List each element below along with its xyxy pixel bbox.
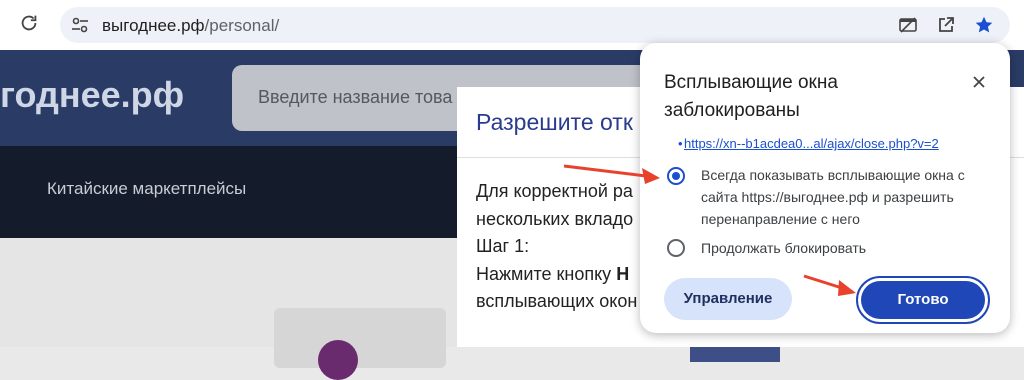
url-host: выгоднее.рф [102, 16, 205, 35]
modal-line-4-bold: Н [616, 263, 630, 284]
blocked-popup-link[interactable]: https://xn--b1acdea0...al/ajax/close.php… [684, 136, 939, 151]
site-logo[interactable]: годнее.рф [0, 74, 184, 116]
site-settings-icon[interactable] [70, 15, 90, 35]
close-icon[interactable] [968, 71, 990, 93]
modal-line-2: нескольких вкладо [476, 208, 634, 229]
modal-text: Для корректной ра нескольких вкладо Шаг … [476, 178, 637, 316]
done-button[interactable]: Готово [861, 281, 985, 319]
manage-button[interactable]: Управление [664, 278, 792, 320]
modal-line-4: Нажмите кнопку Н [476, 261, 637, 289]
annotation-arrow-1 [563, 164, 660, 184]
product-card[interactable] [274, 308, 446, 380]
link-bullet: • [678, 136, 683, 151]
address-bar[interactable]: выгоднее.рф/personal/ [60, 7, 1010, 43]
annotation-arrow-2 [803, 274, 856, 296]
modal-line-4-text: Нажмите кнопку [476, 263, 617, 284]
radio-block[interactable] [667, 239, 685, 257]
radio-allow[interactable] [667, 167, 685, 185]
bubble-title: Всплывающие окна заблокированы [664, 72, 838, 121]
nav-item-chinese-marketplaces[interactable]: Китайские маркетплейсы [47, 179, 246, 199]
url-text[interactable]: выгоднее.рф/personal/ [102, 16, 279, 36]
modal-title: Разрешите отк [476, 109, 633, 135]
modal-line-5: всплывающих окон [476, 291, 638, 311]
search-placeholder: Введите название това [258, 87, 453, 107]
open-in-new-icon[interactable] [936, 15, 956, 35]
option-allow-label[interactable]: Всегда показывать всплывающие окна с сай… [701, 164, 991, 230]
option-block-label[interactable]: Продолжать блокировать [701, 237, 991, 259]
modal-line-3: Шаг 1: [476, 236, 530, 256]
bookmark-star-icon[interactable] [974, 15, 994, 35]
reload-icon[interactable] [18, 12, 40, 34]
card-image [318, 340, 358, 380]
url-path: /personal/ [204, 16, 280, 35]
popup-blocked-icon[interactable] [898, 15, 918, 35]
